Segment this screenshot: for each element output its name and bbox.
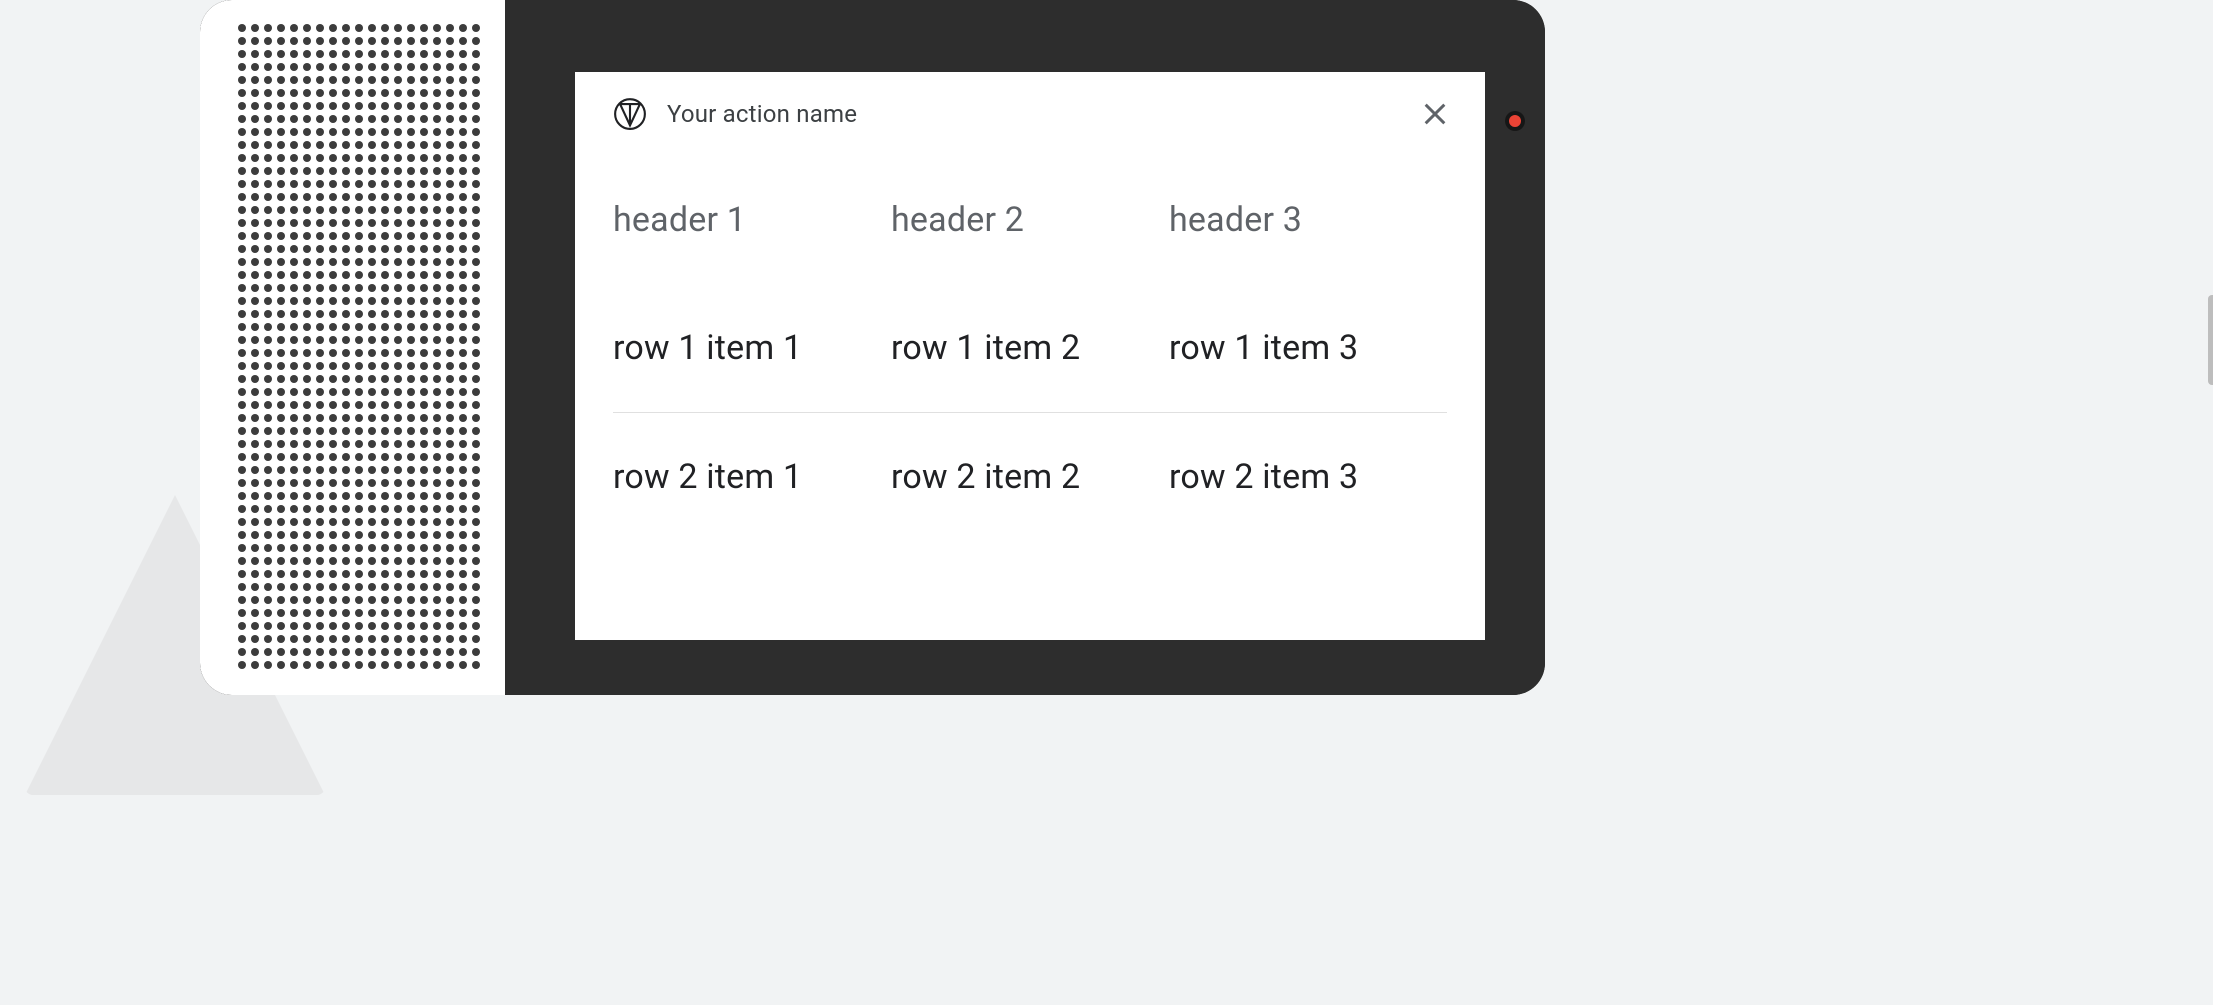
action-title: Your action name: [667, 100, 857, 128]
close-icon: [1421, 100, 1449, 128]
close-button[interactable]: [1415, 94, 1455, 134]
scrollbar-thumb[interactable]: [2208, 295, 2213, 385]
data-table: header 1 header 2 header 3 row 1 item 1 …: [613, 156, 1447, 541]
table-header-cell: header 1: [613, 156, 891, 284]
table-cell: row 1 item 3: [1169, 284, 1447, 413]
table-cell: row 1 item 1: [613, 284, 891, 413]
table-row: row 1 item 1 row 1 item 2 row 1 item 3: [613, 284, 1447, 413]
action-logo-icon: [613, 97, 647, 131]
table-header-cell: header 3: [1169, 156, 1447, 284]
table-cell: row 2 item 1: [613, 413, 891, 542]
table-header-cell: header 2: [891, 156, 1169, 284]
action-card: Your action name header 1 header 2 heade…: [575, 72, 1485, 640]
card-header: Your action name: [575, 72, 1485, 156]
speaker-grille: [200, 0, 505, 695]
camera-led-icon: [1509, 115, 1521, 127]
table-cell: row 2 item 3: [1169, 413, 1447, 542]
smart-display-device: Your action name header 1 header 2 heade…: [200, 0, 1545, 695]
table-cell: row 2 item 2: [891, 413, 1169, 542]
table-row: row 2 item 1 row 2 item 2 row 2 item 3: [613, 413, 1447, 542]
table-cell: row 1 item 2: [891, 284, 1169, 413]
card-body: header 1 header 2 header 3 row 1 item 1 …: [575, 156, 1485, 640]
device-screen: Your action name header 1 header 2 heade…: [505, 0, 1545, 695]
table-header-row: header 1 header 2 header 3: [613, 156, 1447, 284]
